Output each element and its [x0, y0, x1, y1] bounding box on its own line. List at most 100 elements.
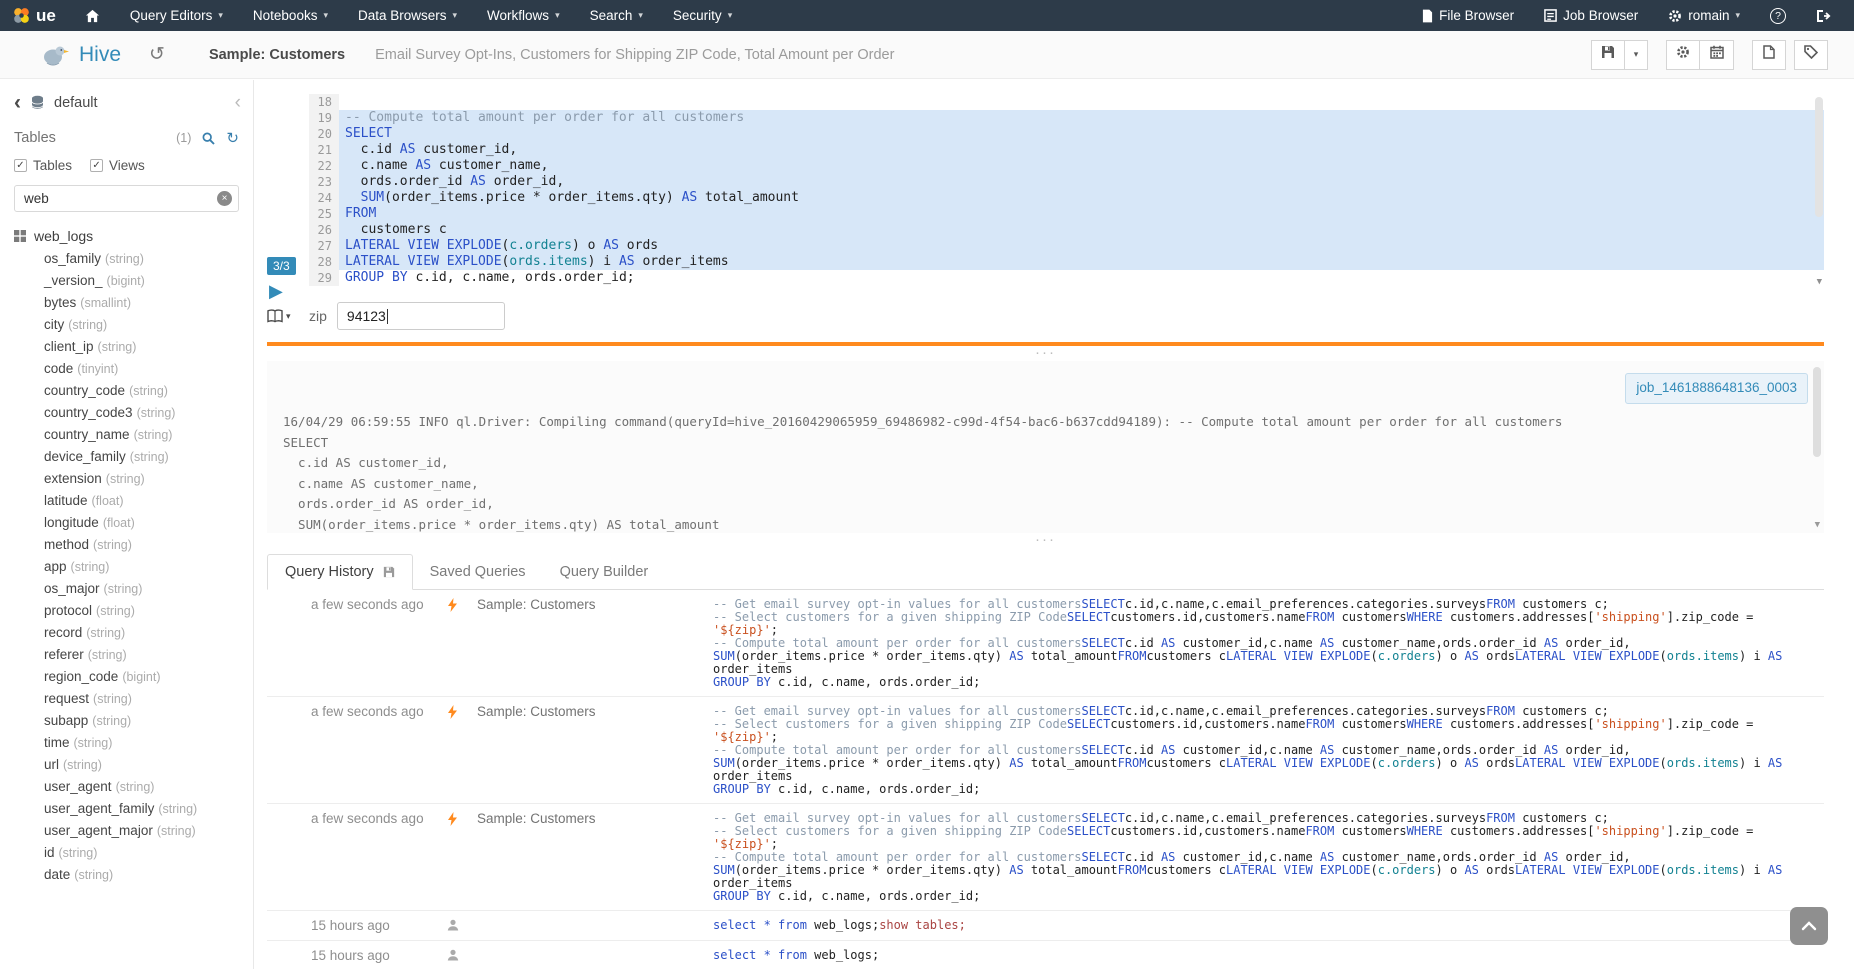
app-name[interactable]: Hive: [79, 43, 121, 67]
editor-line: 20SELECT: [309, 126, 1824, 142]
sign-out-button[interactable]: [1801, 0, 1846, 31]
editor-line: 21 c.id AS customer_id,: [309, 142, 1824, 158]
dictionary-button[interactable]: ▾: [267, 309, 309, 323]
history-time: a few seconds ago: [267, 597, 447, 612]
user-menu[interactable]: romain ▾: [1653, 0, 1755, 31]
column-item[interactable]: bytes(smallint): [0, 292, 253, 314]
table-search-input[interactable]: [14, 185, 239, 212]
column-item[interactable]: protocol(string): [0, 600, 253, 622]
save-button[interactable]: [1591, 40, 1625, 70]
column-item[interactable]: latitude(float): [0, 490, 253, 512]
column-item[interactable]: time(string): [0, 732, 253, 754]
column-item[interactable]: os_family(string): [0, 248, 253, 270]
column-item[interactable]: referer(string): [0, 644, 253, 666]
column-item[interactable]: user_agent_major(string): [0, 820, 253, 842]
tab-query-builder[interactable]: Query Builder: [543, 555, 666, 589]
column-item[interactable]: os_major(string): [0, 578, 253, 600]
history-time: a few seconds ago: [267, 811, 447, 826]
column-item[interactable]: region_code(bigint): [0, 666, 253, 688]
column-item[interactable]: city(string): [0, 314, 253, 336]
code-editor[interactable]: 1819-- Compute total amount per order fo…: [309, 94, 1824, 286]
query-title: Sample: Customers: [209, 47, 345, 63]
tables-section-title: Tables: [14, 130, 56, 146]
editor-line: 27LATERAL VIEW EXPLODE(c.orders) o AS or…: [309, 238, 1824, 254]
column-item[interactable]: method(string): [0, 534, 253, 556]
history-row[interactable]: 15 hours agoselect * from web_logs;show …: [267, 911, 1824, 941]
history-row[interactable]: a few seconds agoSample: Customers-- Get…: [267, 697, 1824, 804]
top-navbar: ue Query Editors▾Notebooks▾Data Browsers…: [0, 0, 1854, 31]
save-dropdown-button[interactable]: ▾: [1625, 40, 1648, 70]
settings-button[interactable]: [1666, 40, 1700, 70]
tab-saved-queries[interactable]: Saved Queries: [413, 555, 543, 589]
resize-handle[interactable]: ···: [267, 347, 1824, 361]
column-item[interactable]: longitude(float): [0, 512, 253, 534]
column-item[interactable]: user_agent_family(string): [0, 798, 253, 820]
scroll-down-icon[interactable]: ▼: [1815, 521, 1820, 530]
job-browser-link[interactable]: Job Browser: [1529, 0, 1653, 31]
line-number: 21: [309, 142, 339, 158]
column-item[interactable]: _version_(bigint): [0, 270, 253, 292]
filter-views-checkbox[interactable]: Views: [90, 158, 145, 173]
column-item[interactable]: client_ip(string): [0, 336, 253, 358]
menu-security[interactable]: Security▾: [658, 0, 747, 31]
menu-workflows[interactable]: Workflows▾: [472, 0, 575, 31]
history-row[interactable]: 15 hours agoselect * from web_logs;: [267, 941, 1824, 969]
back-arrow-icon[interactable]: ‹: [14, 92, 21, 113]
collapse-panel-icon[interactable]: ‹: [235, 93, 241, 112]
search-icon[interactable]: [202, 132, 215, 145]
history-row[interactable]: a few seconds agoSample: Customers-- Get…: [267, 590, 1824, 697]
hue-brand[interactable]: ue: [0, 6, 70, 26]
editor-line: 19-- Compute total amount per order for …: [309, 110, 1824, 126]
help-icon: ?: [1770, 8, 1786, 24]
topnav-right: File Browser Job Browser romain ▾ ?: [1407, 0, 1854, 31]
execute-button[interactable]: ▶: [269, 282, 283, 300]
table-grid-icon: [14, 230, 26, 242]
column-item[interactable]: code(tinyint): [0, 358, 253, 380]
clear-search-icon[interactable]: ×: [217, 191, 232, 206]
tags-button[interactable]: [1794, 40, 1828, 70]
table-item[interactable]: web_logs: [0, 224, 253, 248]
scroll-down-icon[interactable]: ▼: [1817, 278, 1822, 287]
bolt-icon: [447, 704, 477, 719]
column-item[interactable]: country_name(string): [0, 424, 253, 446]
log-panel[interactable]: 16/04/29 06:59:55 INFO ql.Driver: Compil…: [267, 361, 1824, 533]
schedule-button[interactable]: [1700, 40, 1734, 70]
tab-query-history[interactable]: Query History: [267, 554, 413, 590]
editor-scrollbar[interactable]: [1815, 97, 1823, 217]
column-item[interactable]: country_code3(string): [0, 402, 253, 424]
column-item[interactable]: app(string): [0, 556, 253, 578]
log-scrollbar[interactable]: [1813, 367, 1821, 457]
refresh-icon[interactable]: ↻: [226, 131, 239, 146]
export-button[interactable]: [1752, 40, 1786, 70]
query-history-icon[interactable]: ↺: [149, 45, 165, 64]
filter-tables-checkbox[interactable]: Tables: [14, 158, 72, 173]
column-item[interactable]: user_agent(string): [0, 776, 253, 798]
file-browser-link[interactable]: File Browser: [1407, 0, 1529, 31]
menu-notebooks[interactable]: Notebooks▾: [238, 0, 343, 31]
history-name: Sample: Customers: [477, 597, 713, 612]
column-item[interactable]: url(string): [0, 754, 253, 776]
home-button[interactable]: [70, 0, 115, 31]
chevron-up-icon: [1801, 921, 1817, 931]
column-item[interactable]: request(string): [0, 688, 253, 710]
log-line: c.id AS customer_id,: [283, 453, 1808, 474]
query-subtitle: Email Survey Opt-Ins, Customers for Ship…: [375, 47, 894, 63]
save-icon[interactable]: [383, 566, 395, 578]
column-item[interactable]: id(string): [0, 842, 253, 864]
history-row[interactable]: a few seconds agoSample: Customers-- Get…: [267, 804, 1824, 911]
column-item[interactable]: extension(string): [0, 468, 253, 490]
column-item[interactable]: date(string): [0, 864, 253, 886]
help-button[interactable]: ?: [1755, 0, 1801, 31]
job-link[interactable]: job_1461888648136_0003: [1625, 373, 1808, 404]
column-item[interactable]: device_family(string): [0, 446, 253, 468]
menu-data-browsers[interactable]: Data Browsers▾: [343, 0, 472, 31]
database-name[interactable]: default: [54, 95, 98, 111]
column-item[interactable]: record(string): [0, 622, 253, 644]
column-item[interactable]: country_code(string): [0, 380, 253, 402]
variable-input[interactable]: 94123: [337, 302, 505, 330]
menu-search[interactable]: Search▾: [575, 0, 658, 31]
resize-handle[interactable]: ···: [267, 534, 1824, 548]
scroll-to-top-button[interactable]: [1790, 907, 1828, 945]
column-item[interactable]: subapp(string): [0, 710, 253, 732]
menu-query-editors[interactable]: Query Editors▾: [115, 0, 238, 31]
